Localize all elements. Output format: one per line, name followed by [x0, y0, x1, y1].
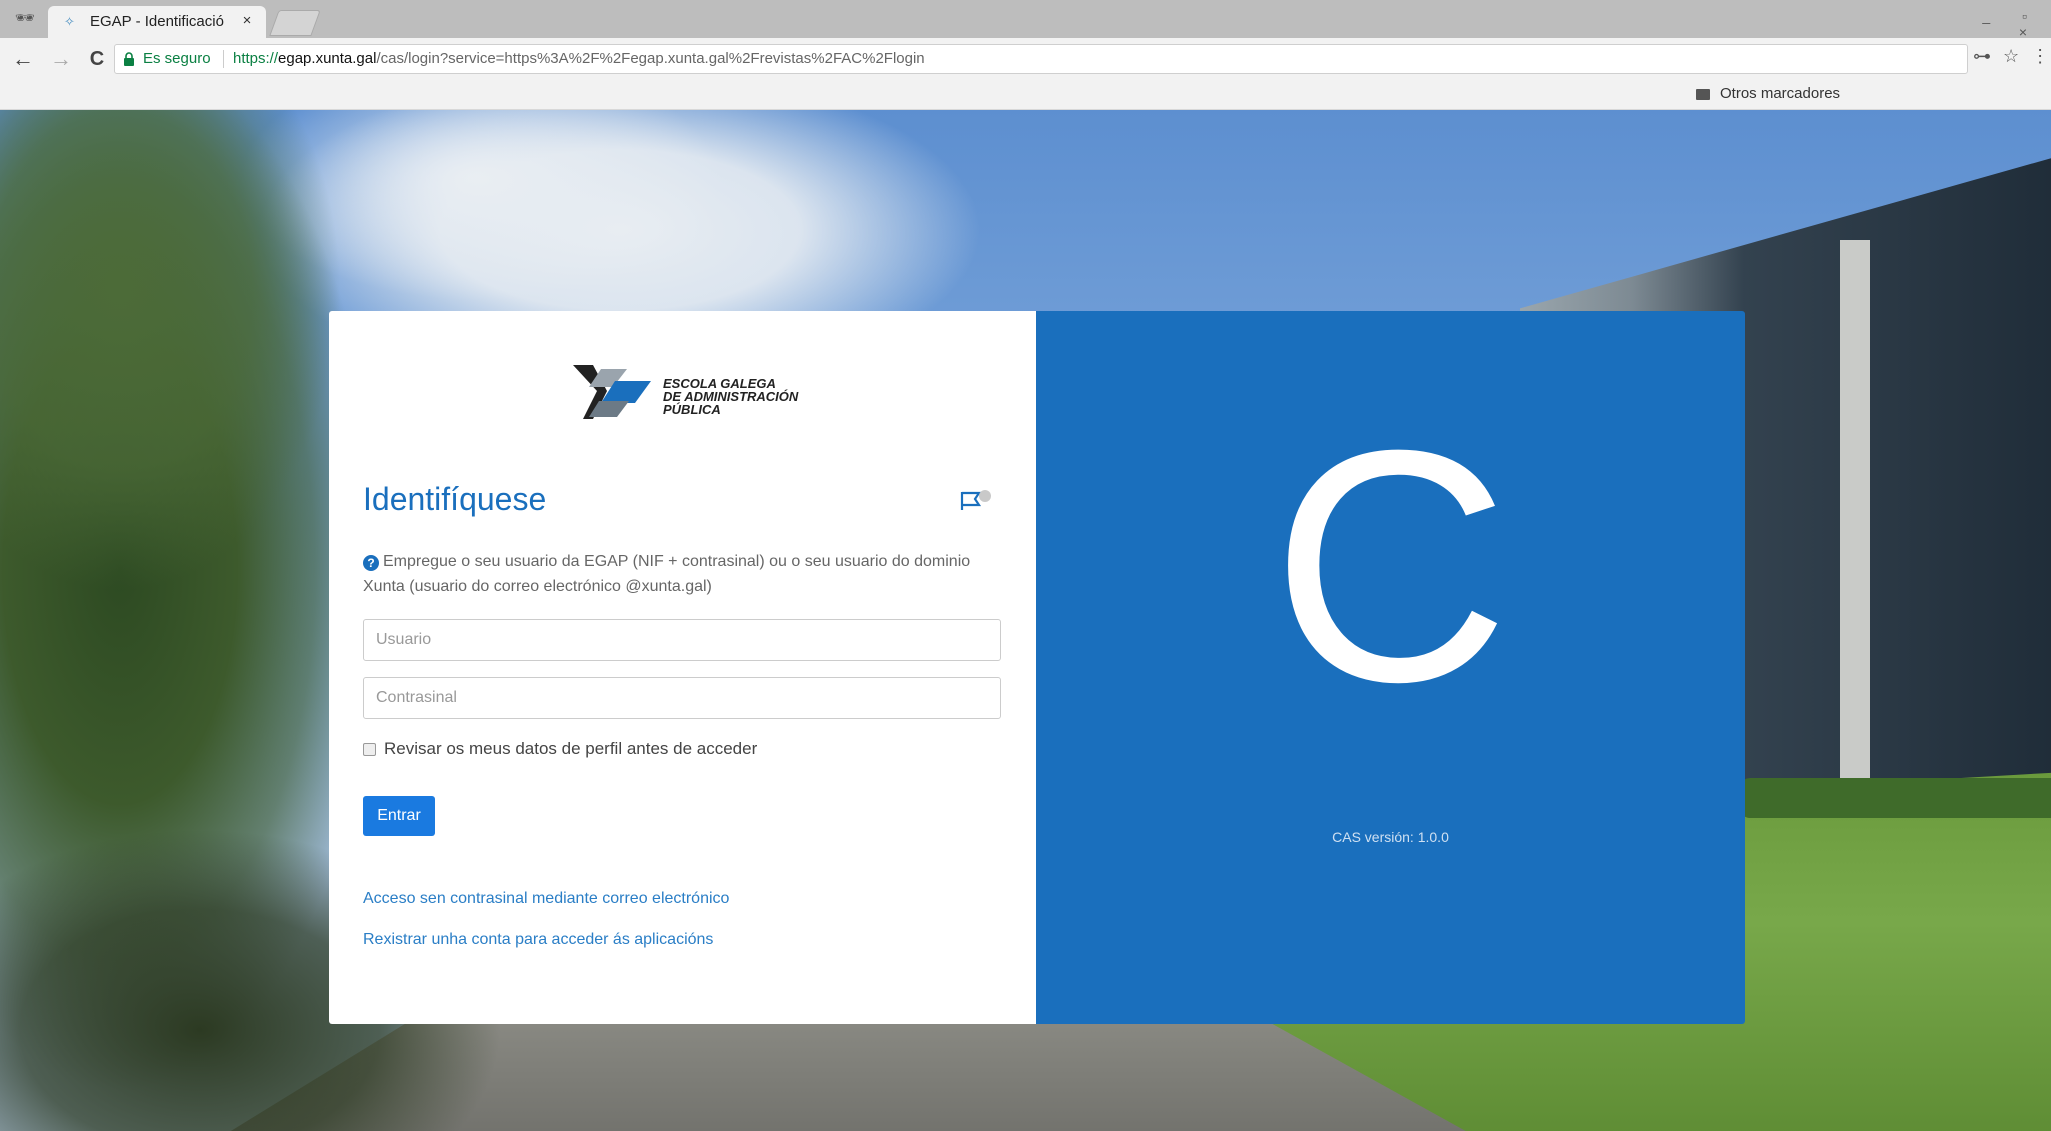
folder-icon	[1696, 89, 1710, 100]
forward-icon[interactable]: →	[48, 46, 74, 72]
egap-logo: ESCOLA GALEGA DE ADMINISTRACIÓN PÚBLICA	[571, 361, 811, 431]
tab-close-icon[interactable]: ×	[238, 12, 256, 30]
language-flag-icon[interactable]	[959, 489, 993, 513]
password-input[interactable]	[363, 677, 1001, 719]
secure-label: Es seguro	[143, 50, 211, 67]
egap-logo-mark	[573, 365, 651, 419]
login-button[interactable]: Entrar	[363, 796, 435, 836]
help-text: Empregue o seu usuario da EGAP (NIF + co…	[363, 553, 971, 595]
passwordless-access-link[interactable]: Acceso sen contrasinal mediante correo e…	[363, 890, 729, 908]
window-controls[interactable]: _ ▫ ×	[1961, 8, 2041, 40]
logo-line: PÚBLICA	[663, 402, 721, 417]
address-separator	[223, 50, 224, 68]
url-text: https://egap.xunta.gal/cas/login?service…	[233, 50, 925, 70]
username-input[interactable]	[363, 619, 1001, 661]
logo-text: ESCOLA GALEGA DE ADMINISTRACIÓN PÚBLICA	[663, 377, 823, 416]
browser-tab[interactable]: ✧ EGAP - Identificació ×	[48, 6, 266, 38]
browser-toolbar: ← → C Es seguro https://egap.xunta.gal/c…	[0, 38, 2051, 80]
cas-version: CAS versión: 1.0.0	[1332, 829, 1449, 845]
cas-logo-letter: C	[1271, 381, 1510, 750]
review-profile-checkbox[interactable]	[363, 743, 376, 756]
reload-icon[interactable]: C	[84, 46, 110, 72]
help-text-block: ? Empregue o seu usuario da EGAP (NIF + c…	[363, 549, 1013, 599]
register-account-link[interactable]: Rexistrar unha conta para acceder ás apl…	[363, 931, 713, 949]
question-icon: ?	[363, 555, 379, 571]
browser-chrome: 🕶 ✧ EGAP - Identificació × _ ▫ × ← → C E…	[0, 0, 2051, 110]
back-icon[interactable]: ←	[10, 46, 36, 72]
page-title: Identifíquese	[363, 481, 547, 517]
trees-backdrop-top	[0, 110, 360, 670]
url-path: /cas/login?service=https%3A%2F%2Fegap.xu…	[376, 50, 925, 67]
url-scheme: https://	[233, 50, 279, 67]
login-panel: ESCOLA GALEGA DE ADMINISTRACIÓN PÚBLICA …	[329, 311, 1036, 1024]
incognito-icon: 🕶	[14, 10, 36, 27]
address-bar[interactable]: Es seguro https://egap.xunta.gal/cas/log…	[114, 44, 1968, 74]
url-host: egap.xunta.gal	[278, 50, 377, 67]
review-profile-label[interactable]: Revisar os meus datos de perfil antes de…	[384, 739, 757, 759]
star-icon[interactable]: ☆	[2003, 46, 2019, 66]
menu-icon[interactable]: ⋮	[2031, 46, 2049, 66]
other-bookmarks[interactable]: Otros marcadores	[1720, 85, 1840, 105]
key-icon[interactable]: ⊶	[1973, 46, 1991, 66]
new-tab-button[interactable]	[269, 10, 321, 36]
lock-icon	[124, 52, 134, 66]
building-pillar	[1840, 240, 1870, 800]
toolbar-right-icons: ⊶ ☆ ⋮	[1961, 46, 2049, 72]
tab-title: EGAP - Identificació	[90, 13, 224, 30]
favicon-icon: ✧	[64, 14, 75, 29]
tab-strip: 🕶 ✧ EGAP - Identificació × _ ▫ ×	[0, 0, 2051, 40]
bookmarks-bar: Otros marcadores	[0, 80, 2051, 110]
hedge-backdrop	[1740, 778, 2051, 818]
cas-brand-panel: C CAS versión: 1.0.0	[1036, 311, 1745, 1024]
